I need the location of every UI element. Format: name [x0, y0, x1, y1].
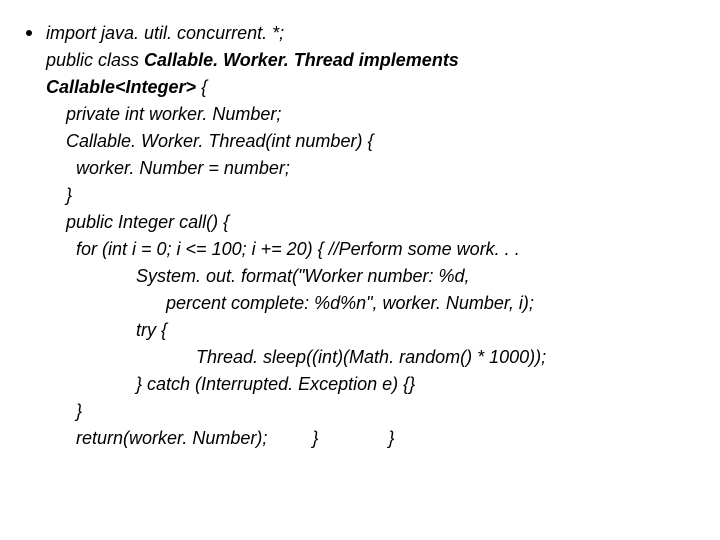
code-line: Callable. Worker. Thread(int number) { [46, 128, 700, 155]
code-line: for (int i = 0; i <= 100; i += 20) { //P… [46, 236, 700, 263]
code-line: Thread. sleep((int)(Math. random() * 100… [46, 344, 700, 371]
code-block: import java. util. concurrent. *; public… [46, 20, 700, 452]
code-line: } [46, 398, 700, 425]
code-line: public class Callable. Worker. Thread im… [46, 47, 700, 74]
code-line: } catch (Interrupted. Exception e) {} [46, 371, 700, 398]
code-line: try { [46, 317, 700, 344]
code-line: Callable<Integer> { [46, 74, 700, 101]
code-line: percent complete: %d%n", worker. Number,… [46, 290, 700, 317]
code-line: public Integer call() { [46, 209, 700, 236]
code-line: return(worker. Number); } } [46, 425, 700, 452]
code-line: worker. Number = number; [46, 155, 700, 182]
code-line: System. out. format("Worker number: %d, [46, 263, 700, 290]
code-slide: import java. util. concurrent. *; public… [20, 20, 700, 452]
code-line: import java. util. concurrent. *; [46, 20, 700, 47]
code-line: private int worker. Number; [46, 101, 700, 128]
bullet-icon [26, 30, 32, 36]
code-line: } [46, 182, 700, 209]
